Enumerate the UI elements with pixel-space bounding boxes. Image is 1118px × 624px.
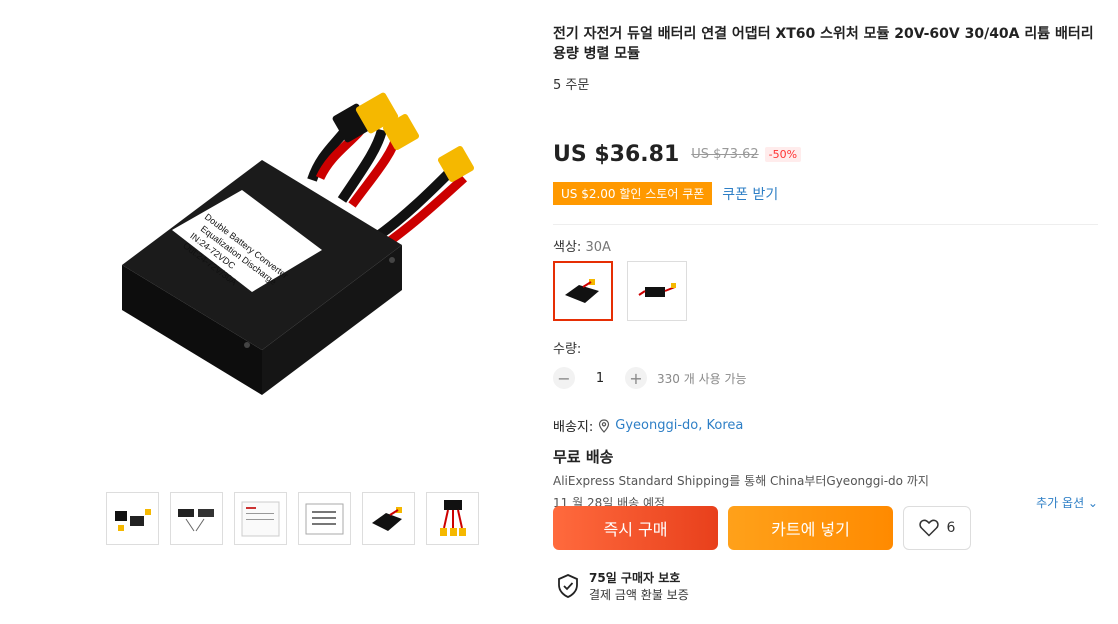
product-info: 전기 자전거 듀얼 배터리 연결 어댑터 XT60 스위처 모듈 20V-60V…: [553, 24, 1098, 602]
available-stock: 330 개 사용 가능: [657, 371, 747, 386]
swatch-option-2[interactable]: [627, 261, 687, 321]
thumbnail-3[interactable]: [234, 492, 287, 545]
original-price: US $73.62: [691, 147, 759, 162]
thumbnail-6[interactable]: [426, 492, 479, 545]
buy-now-button[interactable]: 즉시 구매: [553, 506, 718, 550]
color-value: 30A: [585, 240, 611, 255]
thumbnail-1[interactable]: [106, 492, 159, 545]
price-row: US $36.81 US $73.62 -50%: [553, 142, 802, 167]
discount-badge: -50%: [764, 147, 802, 162]
thumbnail-5[interactable]: [362, 492, 415, 545]
color-label: 색상: 30A: [553, 236, 611, 255]
buyer-protection-subtitle: 결제 금액 환불 보증: [589, 588, 689, 602]
buyer-protection-title: 75일 구매자 보호: [589, 571, 681, 585]
color-label-text: 색상:: [553, 240, 582, 255]
color-swatches: [553, 261, 687, 321]
quantity-label: 수량:: [553, 342, 582, 357]
get-coupon-link[interactable]: 쿠폰 받기: [722, 184, 778, 204]
quantity-value[interactable]: 1: [575, 371, 625, 386]
wishlist-button[interactable]: 6: [903, 506, 971, 550]
ship-to-location-link[interactable]: Gyeonggi-do, Korea: [615, 418, 743, 433]
divider: [553, 224, 1098, 225]
coupon-row: US $2.00 할인 스토어 쿠폰 쿠폰 받기: [553, 182, 778, 205]
order-count: 5 주문: [553, 78, 590, 93]
thumbnail-2[interactable]: [170, 492, 223, 545]
thumbnail-4[interactable]: [298, 492, 351, 545]
quantity-decrease-button[interactable]: −: [553, 367, 575, 389]
main-product-image[interactable]: Double Battery Converter Equalization Di…: [92, 60, 492, 460]
shield-check-icon: [558, 574, 578, 598]
shipping-method: AliExpress Standard Shipping를 통해 China부터…: [553, 474, 929, 488]
ship-to-label: 배송지:: [553, 420, 594, 435]
product-title: 전기 자전거 듀얼 배터리 연결 어댑터 XT60 스위처 모듈 20V-60V…: [553, 26, 1094, 62]
ship-to-row: 배송지: Gyeonggi-do, Korea: [553, 416, 743, 435]
thumbnail-strip: [106, 492, 479, 545]
swatch-30a[interactable]: [553, 261, 613, 321]
current-price: US $36.81: [553, 142, 680, 167]
quantity-increase-button[interactable]: +: [625, 367, 647, 389]
buyer-protection: 75일 구매자 보호 결제 금액 환불 보증: [557, 569, 689, 603]
location-pin-icon: [599, 418, 610, 433]
add-to-cart-button[interactable]: 카트에 넣기: [728, 506, 893, 550]
store-coupon-badge: US $2.00 할인 스토어 쿠폰: [553, 182, 713, 205]
free-shipping-title: 무료 배송: [553, 448, 614, 466]
quantity-stepper: − 1 + 330 개 사용 가능: [553, 367, 747, 389]
action-buttons: 즉시 구매 카트에 넣기 6: [553, 506, 971, 550]
heart-icon: [918, 519, 939, 537]
wishlist-count: 6: [946, 520, 956, 536]
more-options-link[interactable]: 추가 옵션 ⌄: [1036, 494, 1098, 511]
product-gallery: Double Battery Converter Equalization Di…: [0, 0, 540, 624]
